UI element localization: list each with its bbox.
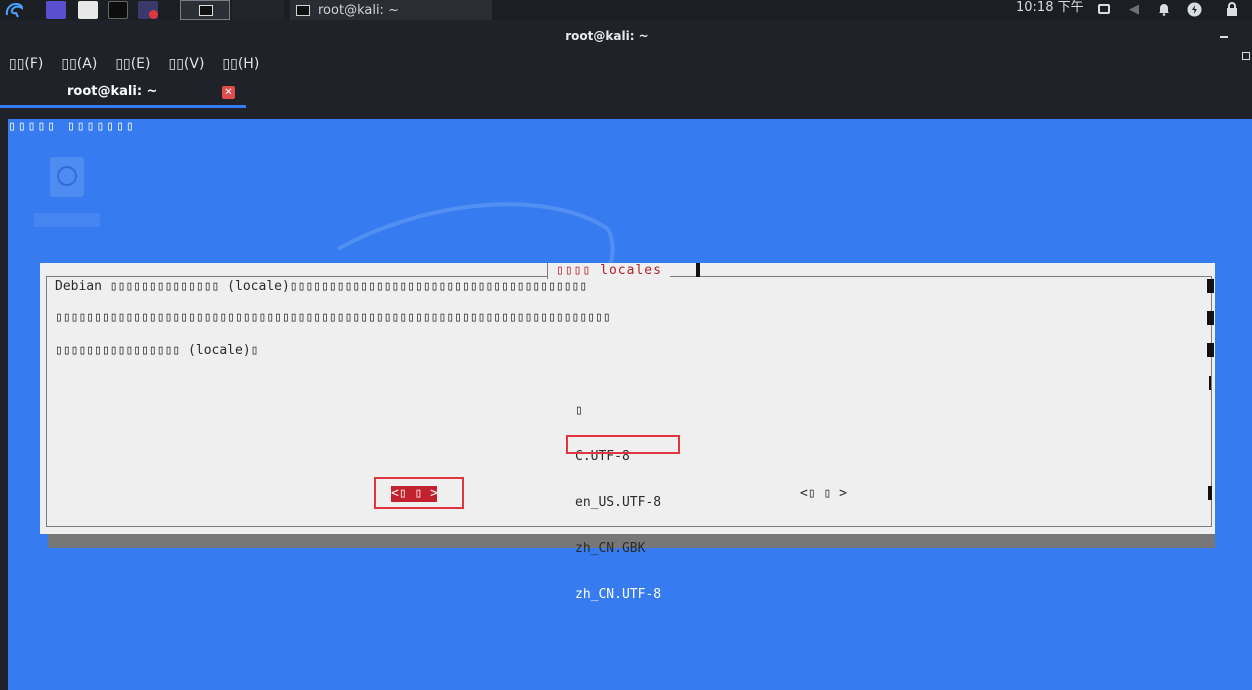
annotation-highlight-selected (566, 435, 680, 454)
terminal-left-margin (0, 119, 8, 690)
scrollbar-marker (1209, 376, 1211, 390)
menu-edit[interactable]: ▯▯(E) (106, 56, 159, 72)
top-panel: root@kali: ~ 10:18 下午 ◀ (0, 0, 1252, 20)
whiptail-backtitle: ▯▯▯▯▯ ▯▯▯▯▯▯▯ (8, 119, 136, 134)
clock[interactable]: 10:18 下午 (1016, 0, 1084, 20)
locale-option[interactable]: ▯ (575, 403, 673, 419)
menu-help[interactable]: ▯▯(H) (213, 56, 268, 72)
menu-actions[interactable]: ▯▯(A) (52, 56, 106, 72)
locale-option-selected[interactable]: zh_CN.UTF-8 (575, 587, 674, 602)
dialog-text-line-1: Debian ▯▯▯▯▯▯▯▯▯▯▯▯▯▯ (locale)▯▯▯▯▯▯▯▯▯▯… (55, 279, 588, 294)
tab-label: root@kali: ~ (67, 84, 158, 99)
locales-dialog: ▯▯▯▯ locales Debian ▯▯▯▯▯▯▯▯▯▯▯▯▯▯ (loca… (40, 263, 1215, 602)
volume-icon[interactable]: ◀ (1126, 1, 1142, 17)
terminal-launcher-icon[interactable] (108, 1, 128, 19)
kali-menu-icon[interactable] (0, 0, 28, 20)
display-icon[interactable] (1096, 1, 1112, 17)
files-launcher-icon[interactable] (78, 1, 98, 19)
terminal-icon (296, 4, 310, 16)
minimize-button[interactable] (1220, 36, 1228, 38)
scrollbar-marker (1207, 343, 1214, 357)
menu-view[interactable]: ▯▯(V) (160, 56, 214, 72)
tab-root-kali[interactable]: root@kali: ~ ✕ (0, 80, 246, 108)
annotation-highlight-ok (374, 477, 464, 509)
locale-option[interactable]: en_US.UTF-8 (575, 495, 673, 511)
terminal-area[interactable]: ▯▯▯▯▯ ▯▯▯▯▯▯▯ ▯▯▯▯ locales Debian ▯▯▯▯▯▯… (8, 119, 1252, 690)
taskbar-empty-slot[interactable] (232, 0, 284, 20)
menubar: ▯▯(F) ▯▯(A) ▯▯(E) ▯▯(V) ▯▯(H) (0, 52, 1252, 76)
taskbar-terminal-button[interactable] (180, 0, 230, 20)
scrollbar-marker (1207, 279, 1214, 293)
scrollbar-marker (1208, 486, 1212, 500)
terminal-icon (199, 5, 213, 16)
lock-icon[interactable] (1224, 1, 1240, 17)
notification-bell-icon[interactable] (1156, 1, 1172, 17)
locale-list[interactable]: ▯ C.UTF-8 en_US.UTF-8 zh_CN.GBK zh_CN.UT… (575, 373, 674, 633)
taskbar-window-root-kali[interactable]: root@kali: ~ (290, 0, 492, 20)
tab-bar: root@kali: ~ ✕ (0, 80, 1252, 108)
tab-close-icon[interactable]: ✕ (222, 86, 235, 99)
recorder-launcher-icon[interactable] (138, 1, 158, 19)
dialog-text-line-2: ▯▯▯▯▯▯▯▯▯▯▯▯▯▯▯▯▯▯▯▯▯▯▯▯▯▯▯▯▯▯▯▯▯▯▯▯▯▯▯▯… (55, 310, 611, 325)
dialog-text-line-3: ▯▯▯▯▯▯▯▯▯▯▯▯▯▯▯▯ (locale)▯ (55, 343, 259, 358)
window-title: root@kali: ~ (565, 29, 649, 43)
taskbar-window-title: root@kali: ~ (318, 2, 399, 18)
app-launcher-icon[interactable] (46, 1, 66, 19)
dialog-title: ▯▯▯▯ locales (547, 263, 670, 279)
menu-file[interactable]: ▯▯(F) (0, 56, 52, 72)
power-icon[interactable] (1186, 1, 1202, 17)
cancel-button[interactable]: <▯ ▯ > (800, 486, 852, 502)
scrollbar-marker (1207, 311, 1214, 325)
window-titlebar[interactable]: root@kali: ~ (0, 20, 1252, 60)
locale-option[interactable]: zh_CN.GBK (575, 541, 673, 557)
desktop-icon (50, 157, 84, 197)
dialog-title-marker (696, 263, 700, 277)
